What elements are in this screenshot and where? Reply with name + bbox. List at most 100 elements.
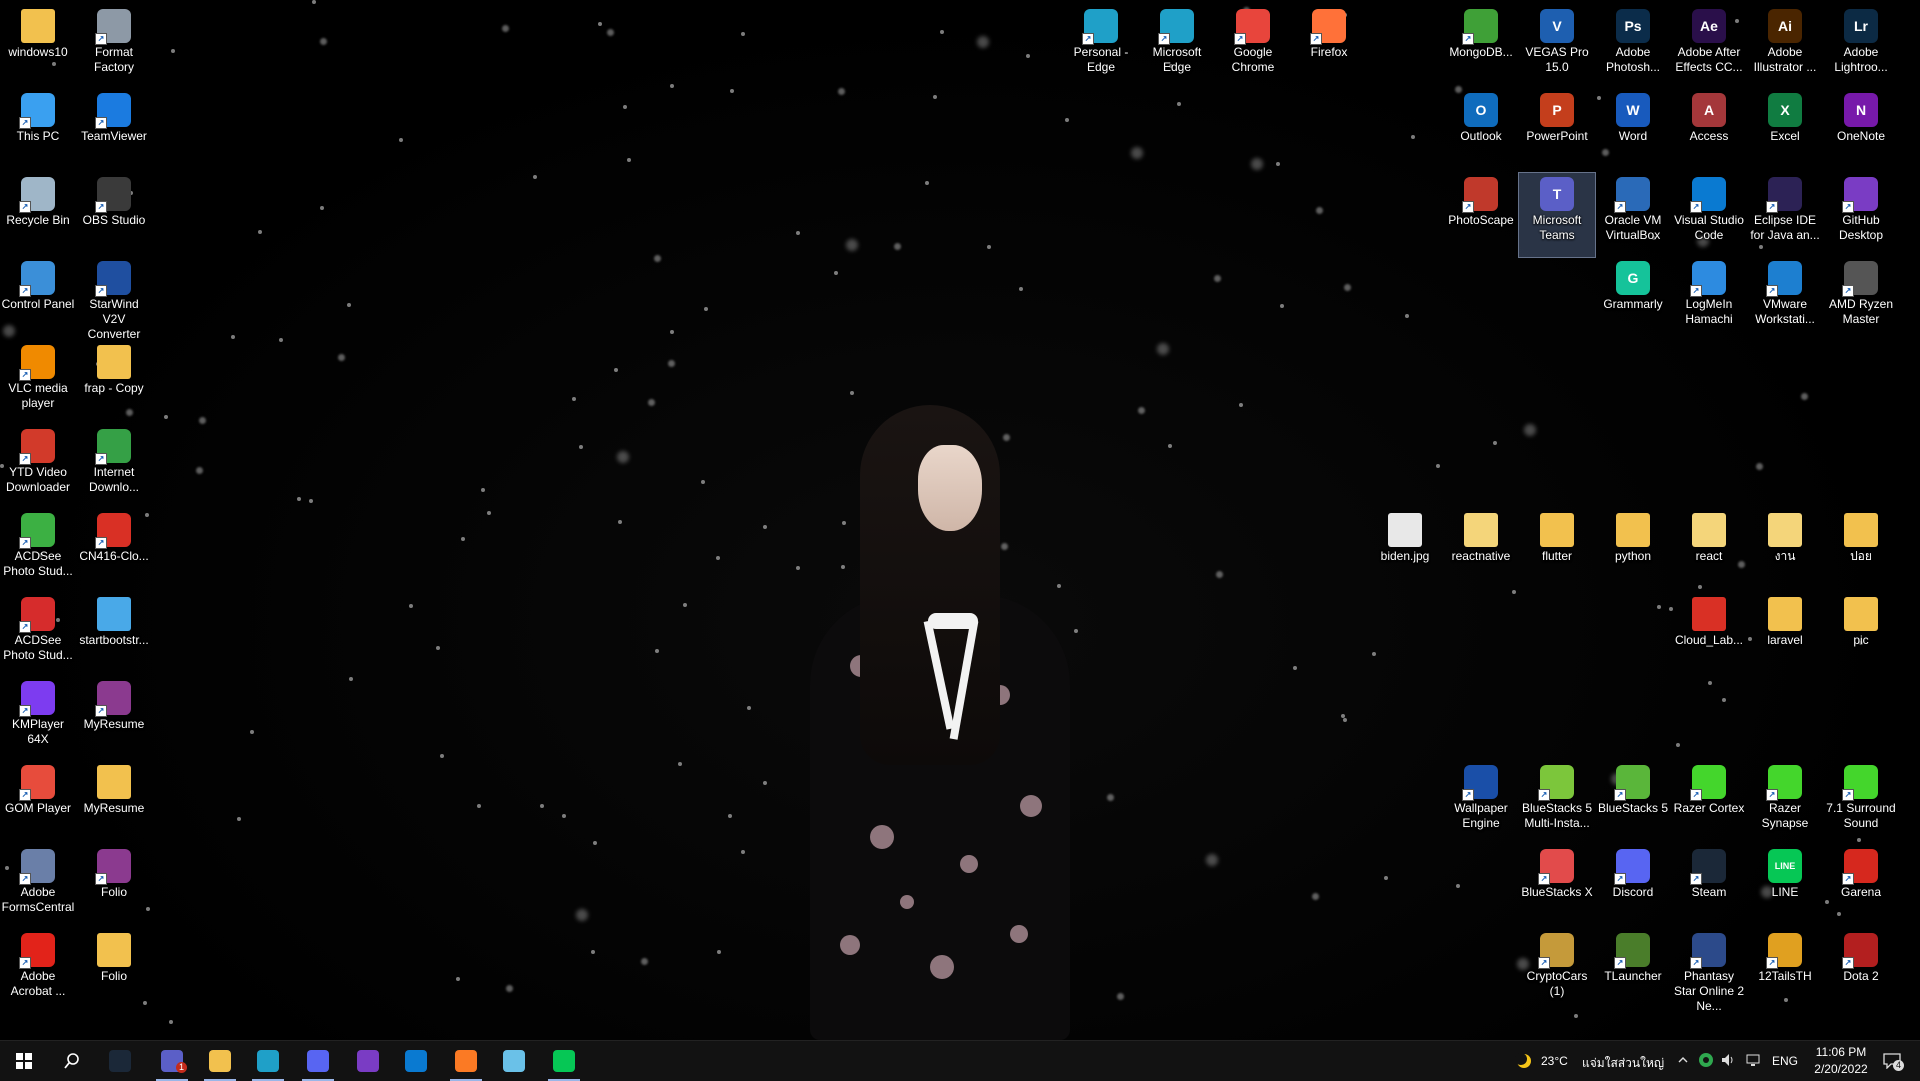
desktop-icon-steam[interactable]: ↗ Steam — [1671, 845, 1747, 929]
desktop-icon-folder[interactable]: reactnative — [1443, 509, 1519, 593]
desktop-icon-folder[interactable]: งาน — [1747, 509, 1823, 593]
desktop-icon-tlauncher[interactable]: ↗ TLauncher — [1595, 929, 1671, 1013]
desktop-icon-hamachi[interactable]: ↗ LogMeIn Hamachi — [1671, 257, 1747, 341]
desktop-icon-image-file[interactable]: biden.jpg — [1367, 509, 1443, 593]
desktop-icon-outlook[interactable]: O Outlook — [1443, 89, 1519, 173]
desktop-icon-ytd[interactable]: ↗ YTD Video Downloader — [0, 425, 76, 509]
desktop-icon-cryptocars[interactable]: ↗ CryptoCars (1) — [1519, 929, 1595, 1013]
taskbar-discord[interactable] — [294, 1041, 342, 1081]
desktop-icon-onenote[interactable]: N OneNote — [1823, 89, 1899, 173]
start-button[interactable] — [0, 1041, 48, 1081]
desktop-icon-powerpoint[interactable]: P PowerPoint — [1519, 89, 1595, 173]
desktop-icon-edge[interactable]: ↗ Personal - Edge — [1063, 5, 1139, 89]
desktop-icon-illustrator[interactable]: Ai Adobe Illustrator ... — [1747, 5, 1823, 89]
taskbar-steam[interactable] — [96, 1041, 144, 1081]
desktop-icon-winrar[interactable]: ↗ Folio — [76, 845, 152, 929]
network-icon[interactable] — [1745, 1051, 1763, 1069]
snowflake — [1384, 876, 1388, 880]
desktop-icon-firefox[interactable]: ↗ Firefox — [1291, 5, 1367, 89]
desktop-icon-acdsee[interactable]: ↗ ACDSee Photo Stud... — [0, 509, 76, 593]
desktop-icon-folder[interactable]: laravel — [1747, 593, 1823, 677]
desktop-icon-folder[interactable]: startbootstr... — [76, 593, 152, 677]
weather-temperature[interactable]: 23°C — [1541, 1054, 1568, 1068]
weather-condition[interactable]: แจ่มใสส่วนใหญ่ — [1582, 1054, 1664, 1073]
desktop-icon-acdsee-red[interactable]: ↗ ACDSee Photo Stud... — [0, 593, 76, 677]
desktop-icon-access[interactable]: A Access — [1671, 89, 1747, 173]
desktop-icon-github-desktop[interactable]: ↗ GitHub Desktop — [1823, 173, 1899, 257]
chevron-up-icon[interactable] — [1674, 1051, 1692, 1069]
desktop-icon-folder-user[interactable]: windows10 — [0, 5, 76, 89]
taskbar-file-explorer[interactable] — [196, 1041, 244, 1081]
desktop-icon-pso2[interactable]: ↗ Phantasy Star Online 2 Ne... — [1671, 929, 1747, 1013]
desktop-icon-starwind[interactable]: ↗ StarWind V2V Converter — [76, 257, 152, 341]
desktop-icon-control-panel[interactable]: ↗ Control Panel — [0, 257, 76, 341]
desktop-icon-folder[interactable]: ปอย — [1823, 509, 1899, 593]
desktop-icon-word[interactable]: W Word — [1595, 89, 1671, 173]
desktop-icon-line[interactable]: LINE LINE — [1747, 845, 1823, 929]
desktop-icon-computer[interactable]: ↗ This PC — [0, 89, 76, 173]
search-button[interactable] — [48, 1041, 96, 1081]
desktop-icon-folder[interactable]: MyResume — [76, 761, 152, 845]
desktop-icon-obs[interactable]: ↗ OBS Studio — [76, 173, 152, 257]
desktop-icon-vegas[interactable]: V VEGAS Pro 15.0 — [1519, 5, 1595, 89]
desktop-icon-folder[interactable]: frap - Copy — [76, 341, 152, 425]
language-indicator[interactable]: ENG — [1772, 1054, 1798, 1068]
antivirus-tray-icon[interactable] — [1697, 1051, 1715, 1069]
desktop-icon-folder[interactable]: pic — [1823, 593, 1899, 677]
desktop-icon-bluestacks[interactable]: ↗ BlueStacks 5 — [1595, 761, 1671, 845]
desktop-icon-idm[interactable]: ↗ Internet Downlo... — [76, 425, 152, 509]
desktop-icon-garena[interactable]: ↗ Garena — [1823, 845, 1899, 929]
desktop-icon-wallpaper-engine[interactable]: ↗ Wallpaper Engine — [1443, 761, 1519, 845]
desktop-icon-chrome[interactable]: ↗ Google Chrome — [1215, 5, 1291, 89]
desktop-icon-folder[interactable]: flutter — [1519, 509, 1595, 593]
desktop-icon-grammarly[interactable]: G Grammarly — [1595, 257, 1671, 341]
desktop-icon-photoscape[interactable]: ↗ PhotoScape — [1443, 173, 1519, 257]
taskbar-xampp[interactable] — [442, 1041, 490, 1081]
taskbar-edge[interactable] — [244, 1041, 292, 1081]
desktop-icon-lightroom[interactable]: Lr Adobe Lightroo... — [1823, 5, 1899, 89]
desktop-icon-razer-synapse[interactable]: ↗ Razer Synapse — [1747, 761, 1823, 845]
desktop-icon-vmware[interactable]: ↗ VMware Workstati... — [1747, 257, 1823, 341]
desktop-icon-adobe-acrobat[interactable]: ↗ Adobe Acrobat ... — [0, 929, 76, 1013]
desktop-icon-bluestacks-multi[interactable]: ↗ BlueStacks 5 Multi-Insta... — [1519, 761, 1595, 845]
desktop-icon-format-factory[interactable]: ↗ Format Factory — [76, 5, 152, 89]
desktop-icon-teamviewer[interactable]: ↗ TeamViewer — [76, 89, 152, 173]
weather-icon[interactable] — [1512, 1050, 1534, 1072]
desktop-icon-folder[interactable]: react — [1671, 509, 1747, 593]
desktop-icon-eclipse[interactable]: ↗ Eclipse IDE for Java an... — [1747, 173, 1823, 257]
desktop-icon-pdf[interactable]: Cloud_Lab... — [1671, 593, 1747, 677]
clock[interactable]: 11:06 PM 2/20/2022 — [1805, 1044, 1877, 1078]
desktop-icon-discord[interactable]: ↗ Discord — [1595, 845, 1671, 929]
desktop-icon-bluestacks-x[interactable]: ↗ BlueStacks X — [1519, 845, 1595, 929]
desktop-icon-dota2[interactable]: ↗ Dota 2 — [1823, 929, 1899, 1013]
desktop-icon-gom-player[interactable]: ↗ GOM Player — [0, 761, 76, 845]
desktop-icon-photoshop[interactable]: Ps Adobe Photosh... — [1595, 5, 1671, 89]
taskbar-notepad[interactable] — [490, 1041, 538, 1081]
desktop-icon-virtualbox[interactable]: ↗ Oracle VM VirtualBox — [1595, 173, 1671, 257]
desktop-icon-edge[interactable]: ↗ Microsoft Edge — [1139, 5, 1215, 89]
desktop-icon-kmplayer[interactable]: ↗ KMPlayer 64X — [0, 677, 76, 761]
desktop-icon-adobe-formscentral[interactable]: ↗ Adobe FormsCentral — [0, 845, 76, 929]
taskbar-line[interactable] — [540, 1041, 588, 1081]
desktop-icon-excel[interactable]: X Excel — [1747, 89, 1823, 173]
desktop-icon-pdf[interactable]: ↗ CN416-Clo... — [76, 509, 152, 593]
desktop-icon-winrar[interactable]: ↗ MyResume — [76, 677, 152, 761]
taskbar-teams[interactable]: 1 — [148, 1041, 196, 1081]
taskbar-vscode[interactable] — [392, 1041, 440, 1081]
notification-center-icon[interactable]: 4 — [1880, 1051, 1904, 1071]
desktop-icon-recycle-bin[interactable]: ↗ Recycle Bin — [0, 173, 76, 257]
desktop-icon-after-effects[interactable]: Ae Adobe After Effects CC... — [1671, 5, 1747, 89]
taskbar-github-desktop[interactable] — [344, 1041, 392, 1081]
desktop-icon-12tails[interactable]: ↗ 12TailsTH — [1747, 929, 1823, 1013]
volume-icon[interactable] — [1719, 1051, 1737, 1069]
desktop-icon-teams[interactable]: T Microsoft Teams — [1518, 172, 1596, 258]
desktop-icon-ryzen-master[interactable]: ↗ AMD Ryzen Master — [1823, 257, 1899, 341]
desktop-icon-razer-cortex[interactable]: ↗ Razer Cortex — [1671, 761, 1747, 845]
desktop-icon-mongodb[interactable]: ↗ MongoDB... — [1443, 5, 1519, 89]
desktop-icon-folder[interactable]: Folio — [76, 929, 152, 1013]
desktop[interactable]: windows10 ↗ This PC ↗ Recycle Bin ↗ Control Pa… — [0, 0, 1920, 1040]
desktop-icon-vlc[interactable]: ↗ VLC media player — [0, 341, 76, 425]
desktop-icon-surround-sound[interactable]: ↗ 7.1 Surround Sound — [1823, 761, 1899, 845]
desktop-icon-vscode[interactable]: ↗ Visual Studio Code — [1671, 173, 1747, 257]
desktop-icon-folder[interactable]: python — [1595, 509, 1671, 593]
